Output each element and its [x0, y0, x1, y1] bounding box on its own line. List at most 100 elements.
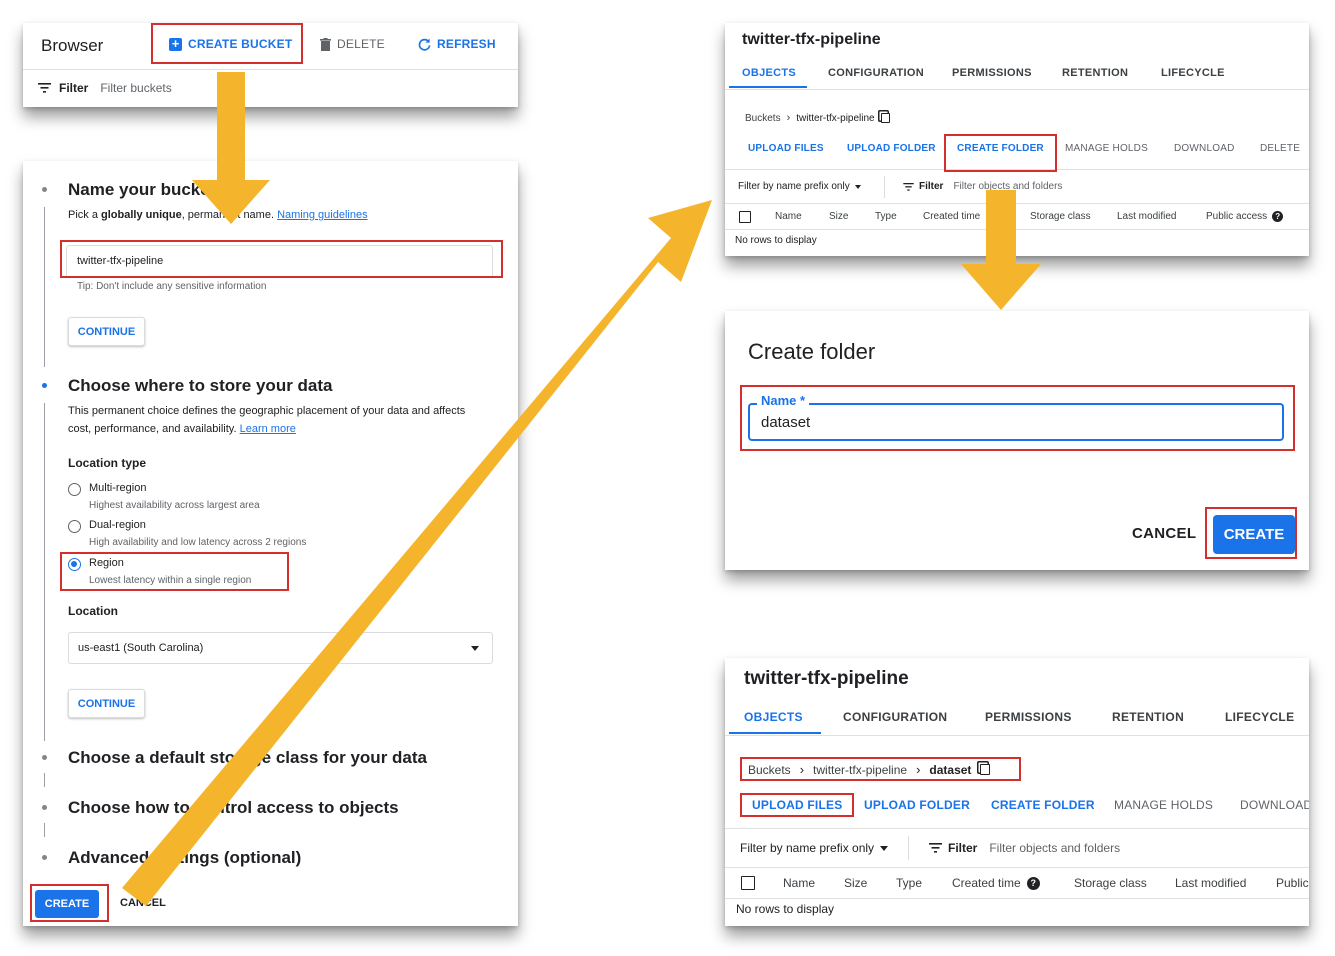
manage-holds-button[interactable]: MANAGE HOLDS — [1065, 143, 1148, 154]
manage-holds-button[interactable]: MANAGE HOLDS — [1114, 798, 1213, 812]
download-button[interactable]: DOWNLOAD — [1174, 143, 1235, 154]
location-type-label: Location type — [68, 456, 147, 470]
tab-retention[interactable]: RETENTION — [1062, 67, 1128, 79]
create-folder-dialog: Create folder dataset Name * CANCEL CREA… — [725, 311, 1309, 570]
create-folder-button[interactable]: CREATE FOLDER — [957, 143, 1044, 154]
col-size[interactable]: Size — [829, 211, 848, 222]
dialog-create-button[interactable]: CREATE — [1213, 515, 1295, 554]
filter-bar[interactable]: Filter Filter buckets — [38, 81, 172, 95]
wizard-cancel-button[interactable]: CANCEL — [120, 897, 166, 909]
tabs-divider — [725, 735, 1309, 736]
desc-text: cost, performance, and availability. — [68, 423, 237, 435]
copy-icon[interactable] — [880, 113, 890, 123]
bucket-title: twitter-tfx-pipeline — [744, 668, 909, 689]
select-all-checkbox[interactable] — [741, 876, 755, 890]
prefix-filter-dropdown[interactable]: Filter by name prefix only — [740, 841, 889, 855]
refresh-icon — [418, 37, 431, 51]
filter-divider — [725, 867, 1309, 868]
object-filter[interactable]: Filter Filter objects and folders — [929, 841, 1120, 855]
bucket-name-input[interactable]: twitter-tfx-pipeline — [66, 245, 493, 278]
copy-icon[interactable] — [980, 764, 991, 775]
col-name[interactable]: Name — [783, 876, 815, 890]
tab-permissions[interactable]: PERMISSIONS — [985, 710, 1072, 724]
tab-configuration[interactable]: CONFIGURATION — [828, 67, 924, 79]
refresh-button[interactable]: REFRESH — [418, 37, 496, 51]
wizard-create-button[interactable]: CREATE — [35, 890, 99, 918]
header-divider — [725, 898, 1309, 899]
download-button[interactable]: DOWNLOAD — [1240, 798, 1309, 812]
delete-button[interactable]: DELETE — [1260, 143, 1300, 154]
step1-description: Pick a globally unique, permanent name. … — [68, 209, 368, 221]
browser-panel: Browser + CREATE BUCKET DELETE REFRESH F… — [23, 23, 518, 107]
folder-name-label: Name * — [757, 393, 810, 408]
tab-permissions[interactable]: PERMISSIONS — [952, 67, 1032, 79]
step3-title[interactable]: Choose a default storage class for your … — [68, 748, 427, 768]
prefix-filter-dropdown[interactable]: Filter by name prefix only — [738, 181, 861, 192]
location-label: Location — [68, 604, 118, 618]
filter-buckets-input[interactable]: Filter buckets — [100, 81, 171, 95]
upload-folder-button[interactable]: UPLOAD FOLDER — [864, 798, 970, 812]
col-type[interactable]: Type — [896, 876, 922, 890]
continue-button-2[interactable]: CONTINUE — [68, 689, 145, 718]
tab-lifecycle[interactable]: LIFECYCLE — [1225, 710, 1294, 724]
breadcrumb-folder[interactable]: dataset — [929, 763, 971, 777]
chevron-right-icon: › — [786, 112, 791, 124]
step-connector — [44, 403, 45, 741]
empty-table-message: No rows to display — [736, 902, 835, 916]
upload-files-button[interactable]: UPLOAD FILES — [748, 143, 824, 154]
col-public-access[interactable]: Public access ? — [1206, 211, 1284, 222]
filter-objects-input[interactable]: Filter objects and folders — [953, 181, 1062, 192]
col-last-modified[interactable]: Last modified — [1175, 876, 1246, 890]
upload-files-button[interactable]: UPLOAD FILES — [752, 798, 842, 812]
upload-folder-button[interactable]: UPLOAD FOLDER — [847, 143, 936, 154]
tab-underline — [729, 86, 807, 88]
location-select[interactable]: us-east1 (South Carolina) — [68, 632, 493, 664]
select-all-checkbox[interactable] — [739, 211, 751, 223]
col-last-modified[interactable]: Last modified — [1117, 211, 1176, 222]
col-storage-class[interactable]: Storage class — [1074, 876, 1147, 890]
step-dot — [42, 755, 47, 760]
tab-objects[interactable]: OBJECTS — [742, 67, 796, 79]
object-filter[interactable]: Filter Filter objects and folders — [903, 181, 1062, 192]
learn-more-link[interactable]: Learn more — [240, 423, 296, 435]
breadcrumb-buckets[interactable]: Buckets — [748, 763, 791, 777]
help-icon[interactable]: ? — [1026, 876, 1040, 890]
tab-objects[interactable]: OBJECTS — [744, 710, 803, 724]
breadcrumb-bucket[interactable]: twitter-tfx-pipeline — [796, 113, 874, 124]
tab-retention[interactable]: RETENTION — [1112, 710, 1184, 724]
col-storage-class[interactable]: Storage class — [1030, 211, 1091, 222]
region-desc: Lowest latency within a single region — [89, 575, 252, 586]
desc-text: Pick a — [68, 209, 102, 221]
col-created-time[interactable]: Created time — [923, 211, 980, 222]
radio-multi-region[interactable] — [68, 483, 81, 496]
create-bucket-label: CREATE BUCKET — [188, 37, 293, 51]
folder-name-input[interactable]: dataset — [748, 403, 1284, 441]
naming-guidelines-link[interactable]: Naming guidelines — [277, 209, 368, 221]
step5-title[interactable]: Advanced settings (optional) — [68, 848, 301, 868]
radio-region[interactable] — [68, 558, 81, 571]
radio-dual-region[interactable] — [68, 520, 81, 533]
breadcrumb-buckets[interactable]: Buckets — [745, 113, 781, 124]
col-public-access-label: Public access — [1206, 211, 1268, 222]
tab-configuration[interactable]: CONFIGURATION — [843, 710, 947, 724]
tab-lifecycle[interactable]: LIFECYCLE — [1161, 67, 1225, 79]
tabs-divider — [725, 89, 1309, 90]
col-public[interactable]: Public — [1276, 876, 1309, 890]
col-size[interactable]: Size — [844, 876, 867, 890]
prefix-filter-label: Filter by name prefix only — [740, 841, 875, 855]
col-type[interactable]: Type — [875, 211, 897, 222]
add-box-icon: + — [169, 37, 182, 51]
step4-title[interactable]: Choose how to control access to objects — [68, 798, 399, 818]
create-folder-button[interactable]: CREATE FOLDER — [991, 798, 1095, 812]
filter-objects-input[interactable]: Filter objects and folders — [989, 841, 1120, 855]
col-created-time[interactable]: Created time ? — [952, 876, 1040, 890]
step-connector — [44, 207, 45, 367]
dialog-cancel-button[interactable]: CANCEL — [1132, 525, 1196, 542]
delete-button[interactable]: DELETE — [320, 37, 385, 51]
continue-button-1[interactable]: CONTINUE — [68, 317, 145, 346]
create-bucket-button[interactable]: + CREATE BUCKET — [169, 37, 292, 51]
help-icon[interactable]: ? — [1272, 211, 1284, 222]
filter-vertical-divider — [884, 176, 885, 198]
breadcrumb-bucket[interactable]: twitter-tfx-pipeline — [813, 763, 907, 777]
col-name[interactable]: Name — [775, 211, 802, 222]
